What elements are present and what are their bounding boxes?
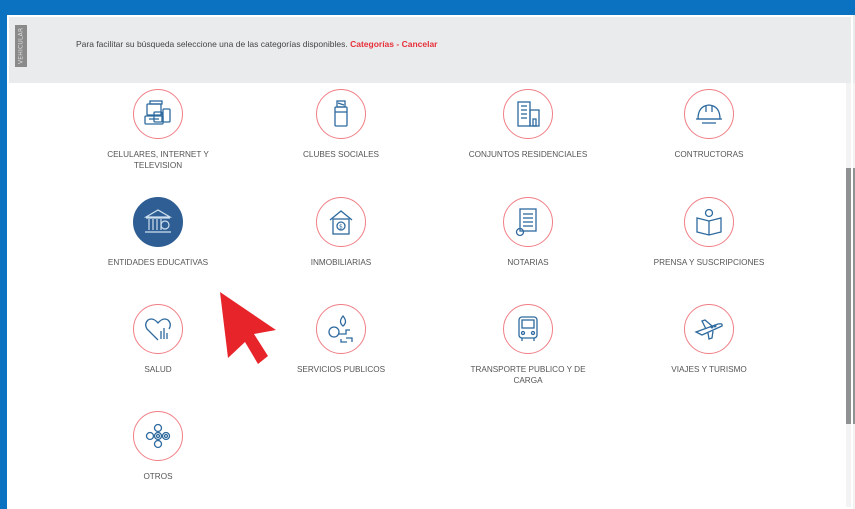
document-seal-icon (503, 197, 553, 247)
info-text: Para facilitar su búsqueda seleccione un… (76, 39, 438, 49)
category-label: NOTARIAS (507, 258, 549, 267)
airplane-icon (684, 304, 734, 354)
category-label: CONTRUCTORAS (674, 150, 744, 159)
info-bar: VEHICULAR Para facilitar su búsqueda sel… (7, 15, 855, 83)
category-label: TRANSPORTE PUBLICO Y DE CARGA (470, 365, 586, 385)
side-label: VEHICULAR (15, 25, 27, 67)
category-label: SALUD (144, 365, 172, 374)
category-servicios[interactable]: SERVICIOS PUBLICOS (261, 304, 421, 375)
building-icon (503, 89, 553, 139)
heart-pulse-icon (133, 304, 183, 354)
info-message: Para facilitar su búsqueda seleccione un… (76, 39, 348, 49)
categorias-link[interactable]: Categorías (350, 39, 394, 49)
category-viajes[interactable]: VIAJES Y TURISMO (629, 304, 789, 375)
house-money-icon: $ (316, 197, 366, 247)
category-label: CONJUNTOS RESIDENCIALES (468, 150, 588, 159)
category-clubes[interactable]: CLUBES SOCIALES (261, 89, 421, 160)
scrollbar-thumb[interactable] (846, 168, 855, 424)
category-label: CELULARES, INTERNET Y TELEVISION (107, 150, 209, 170)
category-otros[interactable]: OTROS (78, 411, 238, 482)
category-celulares[interactable]: CELULARES, INTERNET Y TELEVISION (78, 89, 238, 171)
category-grid: CELULARES, INTERNET Y TELEVISION CLUBES … (7, 83, 855, 509)
link-separator: - (394, 39, 402, 49)
pointer-arrow-icon (220, 292, 276, 364)
cancelar-link[interactable]: Cancelar (402, 39, 438, 49)
category-label: PRENSA Y SUSCRIPCIONES (653, 258, 765, 267)
category-inmobiliarias[interactable]: $ INMOBILIARIAS (261, 197, 421, 268)
reader-icon (684, 197, 734, 247)
category-label: OTROS (143, 472, 173, 481)
category-label: CLUBES SOCIALES (303, 150, 379, 159)
circles-icon (133, 411, 183, 461)
category-entidades[interactable]: ENTIDADES EDUCATIVAS (78, 197, 238, 268)
bus-icon (503, 304, 553, 354)
category-label: ENTIDADES EDUCATIVAS (107, 258, 209, 267)
category-conjuntos[interactable]: CONJUNTOS RESIDENCIALES (448, 89, 608, 160)
devices-icon (133, 89, 183, 139)
bottle-icon (316, 89, 366, 139)
category-transporte[interactable]: TRANSPORTE PUBLICO Y DE CARGA (448, 304, 608, 386)
utilities-icon (316, 304, 366, 354)
category-contructoras[interactable]: CONTRUCTORAS (629, 89, 789, 160)
category-label: INMOBILIARIAS (310, 258, 372, 267)
category-notarias[interactable]: NOTARIAS (448, 197, 608, 268)
category-label: SERVICIOS PUBLICOS (296, 365, 386, 374)
category-label: VIAJES Y TURISMO (671, 365, 747, 374)
category-prensa[interactable]: PRENSA Y SUSCRIPCIONES (629, 197, 789, 268)
svg-text:$: $ (339, 224, 343, 231)
helmet-icon (684, 89, 734, 139)
institution-icon (133, 197, 183, 247)
category-salud[interactable]: SALUD (78, 304, 238, 375)
category-panel: VEHICULAR Para facilitar su búsqueda sel… (7, 15, 855, 509)
